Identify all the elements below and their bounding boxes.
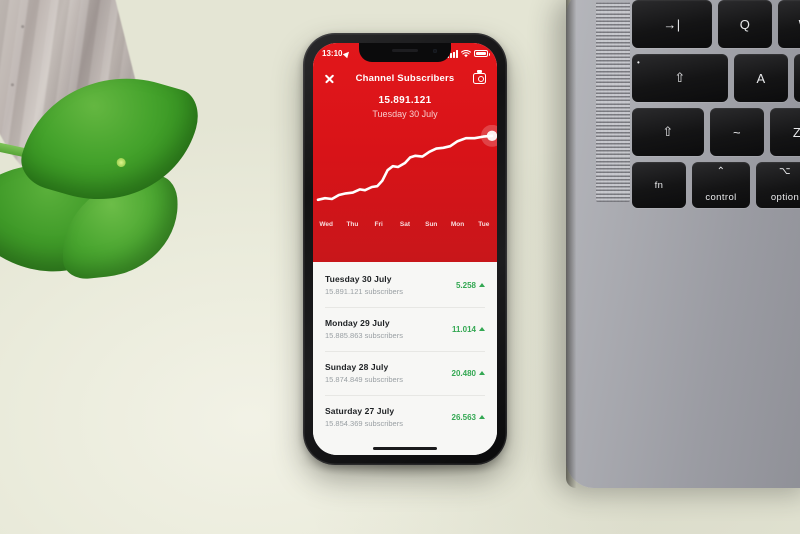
row-date: Monday 29 July (325, 318, 390, 328)
caps-lock-key[interactable]: • ⇧ (632, 54, 728, 102)
laptop-edge-shadow (566, 0, 576, 488)
z-key-label: Z (792, 124, 800, 140)
row-delta-value: 26.563 (451, 412, 476, 422)
summary-total-value: 15.891.121 (378, 95, 432, 106)
desk-scene: →| Q W • ⇧ A S ⇧ ~ Z fn ⌃ control ⌥ opti… (0, 0, 800, 534)
axis-label-wed: Wed (319, 221, 333, 228)
wifi-icon (461, 49, 471, 57)
trend-up-icon (479, 327, 485, 331)
laptop-keyboard: →| Q W • ⇧ A S ⇧ ~ Z fn ⌃ control ⌥ opti… (632, 0, 800, 212)
camera-icon[interactable] (473, 70, 486, 84)
shift-key[interactable]: ⇧ (632, 108, 704, 156)
location-arrow-icon (343, 49, 352, 58)
control-key[interactable]: ⌃ control (692, 162, 750, 208)
status-bar-right (447, 49, 490, 58)
chart-hero-section: 13:10 Channel Subscribers 15.891.121 Tue… (313, 43, 497, 262)
shift-key-label: ⇧ (662, 124, 674, 139)
front-camera (433, 49, 437, 53)
caps-lock-key-label: ⇧ (674, 70, 686, 85)
battery-icon (474, 50, 490, 57)
row-delta-value: 20.480 (451, 368, 476, 378)
trend-up-icon (479, 371, 485, 375)
laptop-speaker-grille (596, 2, 630, 202)
app-bar: Channel Subscribers (313, 67, 497, 89)
row-delta-value: 5.258 (455, 280, 476, 290)
row-info: Sunday 28 July 15.874.849 subscribers (325, 362, 403, 384)
q-key-label: Q (739, 16, 751, 32)
tilde-key[interactable]: ~ (710, 108, 764, 156)
row-delta-value: 11.014 (451, 324, 476, 334)
s-key[interactable]: S (794, 54, 800, 102)
trend-up-icon (479, 283, 485, 287)
status-bar-left: 13:10 (322, 49, 352, 58)
status-bar-time: 13:10 (322, 49, 343, 58)
a-key-label: A (756, 70, 766, 86)
axis-label-mon: Mon (450, 221, 465, 228)
row-subscribers: 15.854.369 subscribers (325, 419, 403, 428)
caps-lock-indicator: • (637, 58, 641, 67)
tab-key-label: →| (663, 16, 681, 32)
plant (0, 0, 220, 308)
row-delta: 5.258 (456, 281, 485, 290)
q-key[interactable]: Q (718, 0, 772, 48)
table-row[interactable]: Monday 29 July 15.885.863 subscribers 11… (313, 307, 497, 351)
page-title: Channel Subscribers (355, 72, 455, 84)
row-subscribers: 15.891.121 subscribers (325, 287, 403, 296)
axis-label-tue: Tue (478, 221, 490, 228)
daily-subscribers-list[interactable]: Tuesday 30 July 15.891.121 subscribers 5… (313, 262, 497, 455)
home-indicator[interactable] (373, 447, 437, 450)
row-delta: 20.480 (452, 369, 485, 378)
row-info: Monday 29 July 15.885.863 subscribers (325, 318, 403, 340)
phone-notch (359, 43, 451, 62)
row-delta: 11.014 (452, 325, 485, 334)
chart-line-path (316, 134, 494, 202)
row-date: Saturday 27 July (325, 406, 395, 416)
phone-device: 13:10 Channel Subscribers 15.891.121 Tue… (303, 33, 507, 465)
earpiece-speaker (392, 49, 418, 52)
row-delta: 26.563 (452, 413, 485, 422)
axis-label-thu: Thu (346, 221, 359, 228)
option-key[interactable]: ⌥ option (756, 162, 800, 208)
tilde-key-label: ~ (733, 124, 741, 140)
fn-key[interactable]: fn (632, 162, 686, 208)
control-key-label: control (705, 192, 737, 203)
row-date: Sunday 28 July (325, 362, 389, 372)
subscribers-line-chart[interactable]: Wed Thu Fri Sat Sun Mon Tue (313, 124, 497, 235)
w-key[interactable]: W (778, 0, 800, 48)
trend-up-icon (479, 415, 485, 419)
control-symbol-icon: ⌃ (716, 166, 726, 177)
table-row[interactable]: Sunday 28 July 15.874.849 subscribers 20… (313, 351, 497, 395)
table-row[interactable]: Saturday 27 July 15.854.369 subscribers … (313, 395, 497, 439)
phone-screen[interactable]: 13:10 Channel Subscribers 15.891.121 Tue… (313, 43, 497, 455)
axis-label-fri: Fri (374, 221, 383, 228)
a-key[interactable]: A (734, 54, 788, 102)
close-icon[interactable] (324, 73, 335, 84)
tab-key[interactable]: →| (632, 0, 712, 48)
summary-block: 15.891.121 Tuesday 30 July (313, 95, 497, 119)
row-info: Saturday 27 July 15.854.369 subscribers (325, 406, 403, 428)
table-row[interactable]: Tuesday 30 July 15.891.121 subscribers 5… (313, 263, 497, 307)
row-date: Tuesday 30 July (325, 274, 392, 284)
axis-label-sat: Sat (399, 221, 411, 228)
option-symbol-icon: ⌥ (779, 166, 791, 177)
row-subscribers: 15.885.863 subscribers (325, 331, 403, 340)
option-key-label: option (770, 192, 800, 203)
chart-x-axis: Wed Thu Fri Sat Sun Mon Tue (313, 214, 497, 235)
row-info: Tuesday 30 July 15.891.121 subscribers (325, 274, 403, 296)
fn-key-label: fn (654, 179, 664, 191)
row-subscribers: 15.874.849 subscribers (325, 375, 403, 384)
summary-date: Tuesday 30 July (372, 109, 438, 119)
axis-label-sun: Sun (425, 221, 438, 228)
z-key[interactable]: Z (770, 108, 800, 156)
chart-end-marker[interactable] (481, 124, 497, 147)
